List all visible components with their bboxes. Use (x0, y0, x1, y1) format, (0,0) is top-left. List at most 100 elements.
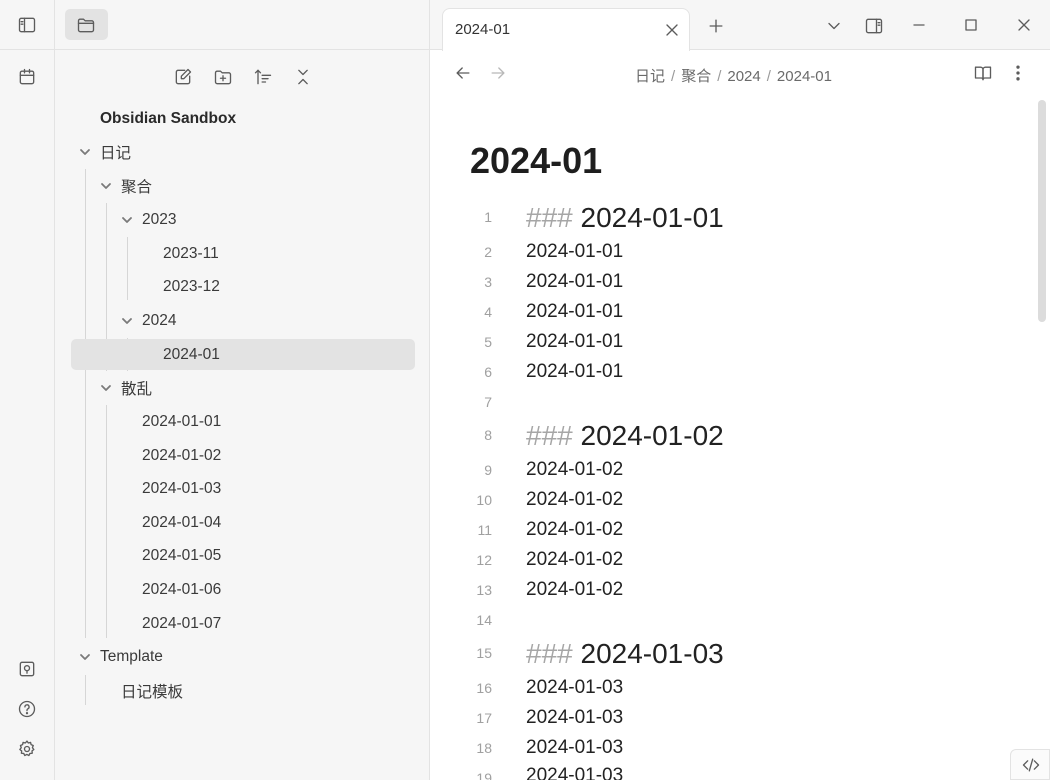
editor-scrollbar[interactable] (1038, 100, 1046, 322)
back-arrow-icon[interactable] (451, 61, 475, 85)
vault-switcher-icon[interactable] (14, 656, 40, 682)
file-label: 2024-01-05 (142, 547, 222, 564)
line-number: 6 (484, 364, 492, 380)
tab-2024-01[interactable]: 2024-01 (442, 8, 690, 51)
editor-line[interactable]: 15 ### 2024-01-03 (430, 638, 1030, 672)
editor-line[interactable]: 8 ### 2024-01-02 (430, 420, 1030, 454)
editor-line[interactable]: 14 (430, 606, 1030, 636)
line-text: 2024-01-01 (526, 301, 624, 322)
file-item[interactable]: 日记模板 (71, 676, 415, 706)
folder-label: Template (100, 648, 163, 665)
file-explorer-tab[interactable] (65, 9, 108, 40)
file-item[interactable]: 2023-11 (71, 239, 415, 269)
sidebar-header (55, 0, 430, 50)
file-label: 2024-01-03 (142, 480, 222, 497)
file-label: 2024-01-07 (142, 615, 222, 632)
new-note-icon[interactable] (170, 64, 196, 90)
file-item[interactable]: 2023-12 (71, 272, 415, 302)
editor-line[interactable]: 19 2024-01-03 (430, 758, 1030, 780)
editor-line[interactable]: 2 2024-01-01 (430, 238, 1030, 268)
forward-arrow-icon[interactable] (486, 61, 510, 85)
editor-line[interactable]: 6 2024-01-01 (430, 358, 1030, 388)
file-label: 2023-11 (163, 245, 219, 262)
sort-icon[interactable] (250, 64, 276, 90)
breadcrumb-item[interactable]: 2024 (727, 68, 760, 85)
editor-line[interactable]: 5 2024-01-01 (430, 328, 1030, 358)
editor-line[interactable]: 9 2024-01-02 (430, 456, 1030, 486)
help-icon[interactable] (14, 696, 40, 722)
maximize-icon[interactable] (960, 14, 982, 36)
tab-list-chevron-icon[interactable] (822, 14, 846, 38)
folder-label: 2024 (142, 312, 177, 329)
new-folder-icon[interactable] (210, 64, 236, 90)
editor-line[interactable]: 10 2024-01-02 (430, 486, 1030, 516)
file-item[interactable]: 2024-01-01 (71, 407, 415, 437)
editor-line[interactable]: 3 2024-01-01 (430, 268, 1030, 298)
line-text: 2024-01-03 (526, 737, 624, 758)
folder-2024[interactable]: 2024 (71, 306, 415, 336)
file-item-active[interactable]: 2024-01 (71, 339, 415, 370)
editor-line[interactable]: 4 2024-01-01 (430, 298, 1030, 328)
file-item[interactable]: 2024-01-05 (71, 541, 415, 571)
minimize-icon[interactable] (908, 14, 930, 36)
file-item[interactable]: 2024-01-06 (71, 575, 415, 605)
file-item[interactable]: 2024-01-04 (71, 508, 415, 538)
file-item[interactable]: 2024-01-07 (71, 609, 415, 639)
editor-line[interactable]: 1 ### 2024-01-01 (430, 202, 1030, 236)
line-number: 5 (484, 334, 492, 350)
line-number: 4 (484, 304, 492, 320)
breadcrumb-item[interactable]: 日记 (635, 68, 665, 85)
line-text: 2024-01-01 (526, 331, 624, 352)
reading-view-book-icon[interactable] (970, 60, 996, 86)
folder-label: 聚合 (121, 179, 153, 196)
file-item[interactable]: 2024-01-02 (71, 441, 415, 471)
file-item[interactable]: 2024-01-03 (71, 474, 415, 504)
file-label: 2024-01-06 (142, 581, 222, 598)
close-tab-icon[interactable] (661, 19, 683, 41)
line-number: 8 (484, 427, 492, 443)
folder-scattered[interactable]: 散乱 (71, 373, 415, 403)
heading-text: 2024-01-02 (580, 420, 724, 451)
folder-aggregate[interactable]: 聚合 (71, 171, 415, 201)
close-window-icon[interactable] (1013, 14, 1035, 36)
breadcrumb-separator: / (671, 68, 676, 85)
folder-template[interactable]: Template (71, 642, 415, 672)
file-label: 2023-12 (163, 278, 220, 295)
collapse-all-icon[interactable] (290, 64, 316, 90)
editor-line[interactable]: 13 2024-01-02 (430, 576, 1030, 606)
line-text: 2024-01-02 (526, 579, 624, 600)
editor-line[interactable]: 11 2024-01-02 (430, 516, 1030, 546)
line-text: 2024-01-02 (526, 459, 624, 480)
chevron-down-icon (78, 650, 92, 664)
folder-icon (75, 14, 97, 35)
chevron-down-icon (120, 213, 134, 227)
editor-line[interactable]: 7 (430, 388, 1030, 418)
calendar-icon[interactable] (14, 64, 40, 90)
line-number: 12 (476, 552, 492, 568)
toggle-sidebar-icon[interactable] (14, 13, 40, 37)
breadcrumb-item[interactable]: 2024-01 (777, 68, 832, 85)
new-tab-plus-icon[interactable] (704, 14, 728, 38)
folder-diary[interactable]: 日记 (71, 137, 415, 167)
source-mode-button[interactable] (1010, 749, 1050, 780)
more-options-icon[interactable] (1005, 60, 1031, 86)
editor-line[interactable]: 12 2024-01-02 (430, 546, 1030, 576)
editor-line[interactable]: 16 2024-01-03 (430, 674, 1030, 704)
line-number: 17 (476, 710, 492, 726)
line-number: 13 (476, 582, 492, 598)
document-title[interactable]: 2024-01 (470, 140, 602, 182)
line-number: 19 (476, 770, 492, 780)
breadcrumb-item[interactable]: 聚合 (681, 68, 711, 85)
folder-label: 日记 (100, 145, 132, 162)
line-number: 1 (484, 209, 492, 225)
line-text: 2024-01-02 (526, 519, 624, 540)
line-text: 2024-01-02 (526, 489, 624, 510)
line-text: 2024-01-01 (526, 271, 624, 292)
heading-marker: ### (526, 420, 573, 451)
toggle-right-sidebar-icon[interactable] (861, 13, 887, 39)
vault-name[interactable]: Obsidian Sandbox (100, 104, 400, 134)
folder-2023[interactable]: 2023 (71, 205, 415, 235)
line-text: 2024-01-01 (526, 241, 624, 262)
editor-line[interactable]: 17 2024-01-03 (430, 704, 1030, 734)
settings-gear-icon[interactable] (14, 736, 40, 762)
